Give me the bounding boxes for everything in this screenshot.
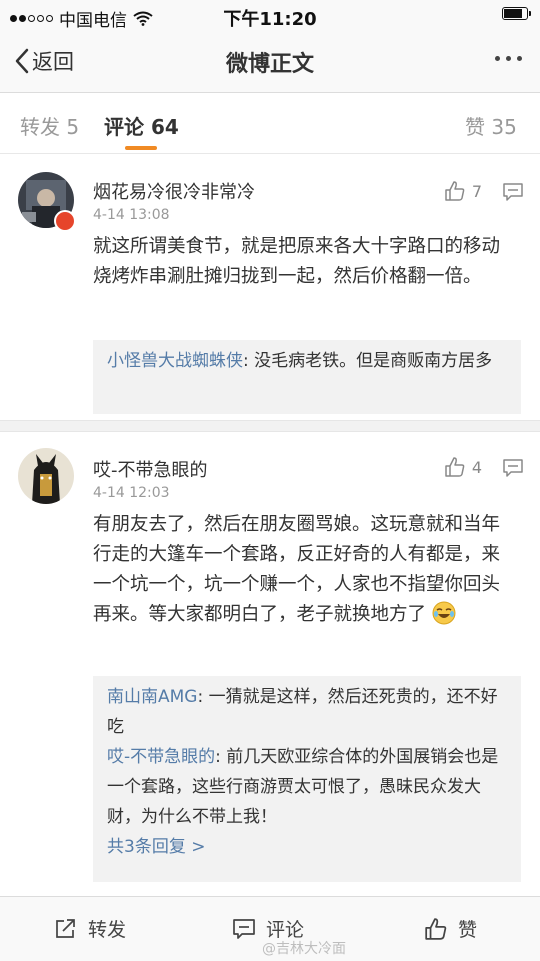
status-bar: 中国电信 下午11:20 [0, 0, 540, 32]
comment-bubble-icon [503, 459, 523, 477]
reply-box[interactable]: 小怪兽大战蜘蛛侠: 没毛病老铁。但是商贩南方居多 [93, 340, 521, 414]
divider [0, 420, 540, 432]
reply-box[interactable]: 南山南AMG: 一猜就是这样，然后还死贵的，还不好吃 哎-不带急眼的: 前几天欧… [93, 676, 521, 882]
comment-bubble-icon [233, 918, 255, 939]
comment-like-button[interactable]: 7 [444, 180, 482, 202]
status-time: 下午11:20 [223, 9, 317, 30]
like-count: 4 [471, 457, 482, 477]
verified-badge [54, 210, 76, 232]
avatar[interactable] [18, 448, 74, 504]
page-title: 微博正文 [225, 52, 314, 77]
comment-item: 烟花易冷很冷非常冷 4-14 13:08 7 就这所谓美食节，就是把原来各大十字… [0, 154, 540, 418]
comment-reply-button[interactable] [502, 182, 524, 206]
reply-item: 小怪兽大战蜘蛛侠: 没毛病老铁。但是商贩南方居多 [107, 346, 511, 376]
reply-item: 南山南AMG: 一猜就是这样，然后还死贵的，还不好吃 [107, 682, 511, 742]
laughing-tears-emoji-icon [432, 601, 456, 625]
tab-likes[interactable]: 赞 35 [465, 111, 517, 140]
thumbs-up-icon [445, 457, 465, 477]
more-replies-link[interactable]: 共3条回复 > [107, 832, 511, 862]
comment-like-button[interactable]: 4 [444, 456, 482, 478]
repost-label: 转发 [88, 919, 127, 941]
comment-time: 4-14 13:08 [93, 207, 170, 223]
repost-button[interactable]: 转发 [54, 915, 126, 942]
comment-username[interactable]: 烟花易冷很冷非常冷 [93, 178, 255, 204]
thumbs-up-icon [445, 181, 465, 201]
comment-reply-button[interactable] [502, 458, 524, 482]
reply-username[interactable]: 哎-不带急眼的 [107, 747, 215, 767]
tab-repost[interactable]: 转发 5 [20, 111, 79, 140]
comment-text: 就这所谓美食节，就是把原来各大十字路口的移动烧烤炸串涮肚摊归拢到一起，然后价格翻… [93, 236, 501, 287]
reply-item: 哎-不带急眼的: 前几天欧亚综合体的外国展销会也是一个套路，这些行商游贾太可恨了… [107, 742, 511, 832]
reply-separator: : [215, 747, 227, 767]
share-icon [56, 918, 75, 938]
battery-icon [502, 7, 531, 20]
status-right [502, 7, 531, 20]
comment-username[interactable]: 哎-不带急眼的 [93, 456, 208, 482]
active-tab-indicator [125, 146, 157, 150]
reply-separator: : [243, 351, 255, 371]
tab-bar: 转发 5 评论 64 赞 35 [0, 93, 540, 154]
reply-text: 没毛病老铁。但是商贩南方居多 [254, 351, 493, 371]
reply-username[interactable]: 南山南AMG [107, 687, 197, 707]
reply-username[interactable]: 小怪兽大战蜘蛛侠 [107, 351, 243, 371]
reply-separator: : [197, 687, 209, 707]
comment-bubble-icon [503, 183, 523, 201]
tab-comments[interactable]: 评论 64 [104, 111, 179, 140]
comment-item: 哎-不带急眼的 4-14 12:03 4 有朋友去了，然后在朋友圈骂娘。这玩意就… [0, 432, 540, 892]
like-label: 赞 [458, 919, 478, 941]
comment-time: 4-14 12:03 [93, 485, 170, 501]
nav-bar: 返回 微博正文 [0, 32, 540, 93]
more-options-button[interactable] [495, 56, 522, 61]
thumbs-up-icon [425, 917, 447, 940]
watermark: @吉林大冷面 [262, 941, 346, 957]
like-count: 7 [471, 181, 482, 201]
comment-text: 有朋友去了，然后在朋友圈骂娘。这玩意就和当年行走的大篷车一个套路，反正好奇的人有… [93, 510, 518, 630]
like-button[interactable]: 赞 [424, 915, 477, 942]
